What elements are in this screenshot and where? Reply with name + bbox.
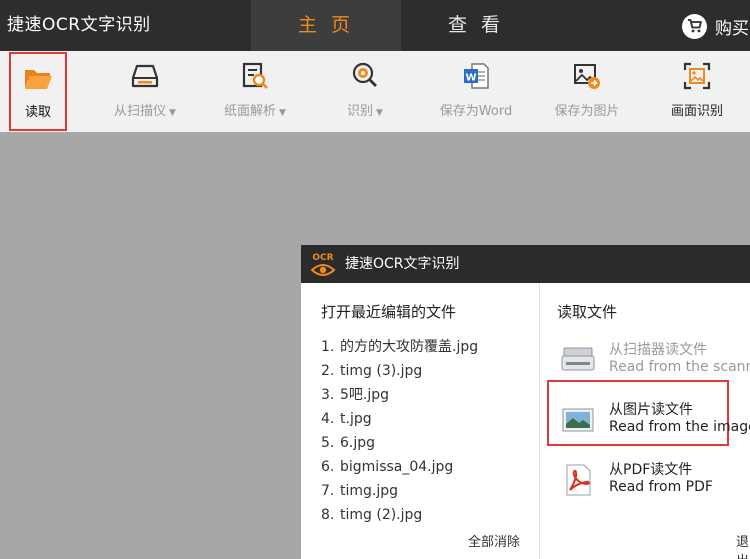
recent-file-item[interactable]: 5. 6.jpg: [321, 433, 478, 457]
app-title: 捷速OCR文字识别: [7, 15, 151, 35]
toolbar: 读取 从扫描仪 ▼ 纸面解析 ▼ 识别 ▼ W 保存为Word 保存为图片 画面…: [0, 51, 750, 132]
chevron-down-icon: ▼: [279, 108, 286, 118]
open-button[interactable]: 读取: [9, 52, 67, 131]
cart-icon: [682, 13, 707, 39]
recognize-label: 识别: [347, 104, 374, 119]
read-from-scanner-en: Read from the scanner: [609, 359, 750, 375]
chevron-down-icon: ▼: [376, 108, 383, 118]
recent-file-item[interactable]: 6. bigmissa_04.jpg: [321, 457, 478, 481]
read-from-pdf-option[interactable]: 从PDF读文件 Read from PDF: [561, 459, 750, 503]
from-scanner-label: 从扫描仪: [114, 104, 167, 119]
read-from-image-cn: 从图片读文件: [609, 402, 693, 418]
read-from-pdf-en: Read from PDF: [609, 479, 713, 495]
read-file-panel: 读取文件 从扫描器读文件 Read from the scanner 从图片读文…: [541, 283, 750, 559]
document-search-icon: [242, 62, 268, 89]
dialog-title: 捷速OCR文字识别: [345, 256, 460, 272]
exit-link[interactable]: 退出: [736, 531, 750, 559]
screen-recognize-button[interactable]: 画面识别: [662, 51, 732, 132]
ocr-eye-logo-icon: OCR: [310, 253, 336, 276]
chevron-down-icon: ▼: [169, 108, 176, 118]
landscape-image-icon: [562, 408, 594, 432]
magnifier-a-icon: [352, 62, 377, 87]
screen-capture-icon: [683, 62, 711, 90]
read-file-heading: 读取文件: [557, 303, 618, 321]
screen-recognize-label: 画面识别: [670, 104, 723, 119]
read-from-image-en: Read from the image: [609, 419, 750, 435]
clear-all-link[interactable]: 全部消除: [468, 531, 520, 550]
svg-text:W: W: [465, 73, 476, 84]
recent-file-item[interactable]: 3. 5吧.jpg: [321, 385, 478, 409]
read-from-image-option[interactable]: 从图片读文件 Read from the image: [561, 399, 750, 443]
buy-button[interactable]: 购买: [682, 12, 749, 40]
tab-view[interactable]: 查 看: [401, 0, 551, 51]
from-scanner-button[interactable]: 从扫描仪 ▼: [105, 51, 185, 132]
folder-open-icon: [25, 70, 52, 89]
recent-file-item[interactable]: 7. timg.jpg: [321, 481, 478, 505]
svg-text:OCR: OCR: [312, 253, 333, 263]
title-bar: 捷速OCR文字识别 主 页 查 看 购买: [0, 0, 750, 51]
tab-home[interactable]: 主 页: [251, 0, 401, 51]
save-as-word-label: 保存为Word: [439, 104, 513, 119]
recent-file-item[interactable]: 8. timg (2).jpg: [321, 505, 478, 529]
save-as-image-label: 保存为图片: [554, 104, 620, 119]
recent-file-item[interactable]: 4. t.jpg: [321, 409, 478, 433]
recent-files-list: 1. 的方的大攻防覆盖.jpg 2. timg (3).jpg 3. 5吧.jpg 4…: [321, 337, 478, 529]
image-save-icon: [574, 64, 600, 89]
buy-label: 购买: [715, 18, 749, 39]
dialog-title-bar[interactable]: OCR 捷速OCR文字识别: [301, 245, 750, 283]
scanner-icon: [131, 64, 159, 88]
save-as-word-button[interactable]: W 保存为Word: [430, 51, 522, 132]
word-icon: W: [464, 63, 489, 89]
paper-parse-button[interactable]: 纸面解析 ▼: [215, 51, 295, 132]
save-as-image-button[interactable]: 保存为图片: [547, 51, 627, 132]
open-label: 读取: [24, 105, 51, 120]
open-file-dialog: OCR 捷速OCR文字识别 打开最近编辑的文件 1. 的方的大攻防覆盖.jpg 2…: [301, 245, 750, 559]
read-from-pdf-cn: 从PDF读文件: [609, 462, 693, 478]
recent-file-item[interactable]: 2. timg (3).jpg: [321, 361, 478, 385]
pdf-icon: [566, 464, 591, 496]
recent-files-heading: 打开最近编辑的文件: [321, 303, 457, 321]
paper-parse-label: 纸面解析: [224, 104, 277, 119]
recent-files-panel: 打开最近编辑的文件 1. 的方的大攻防覆盖.jpg 2. timg (3).jpg …: [301, 283, 540, 559]
scanner-device-icon: [561, 347, 595, 371]
read-from-scanner-option[interactable]: 从扫描器读文件 Read from the scanner: [561, 339, 750, 383]
recognize-button[interactable]: 识别 ▼: [330, 51, 400, 132]
recent-file-item[interactable]: 1. 的方的大攻防覆盖.jpg: [321, 337, 478, 361]
read-from-scanner-cn: 从扫描器读文件: [609, 342, 707, 358]
